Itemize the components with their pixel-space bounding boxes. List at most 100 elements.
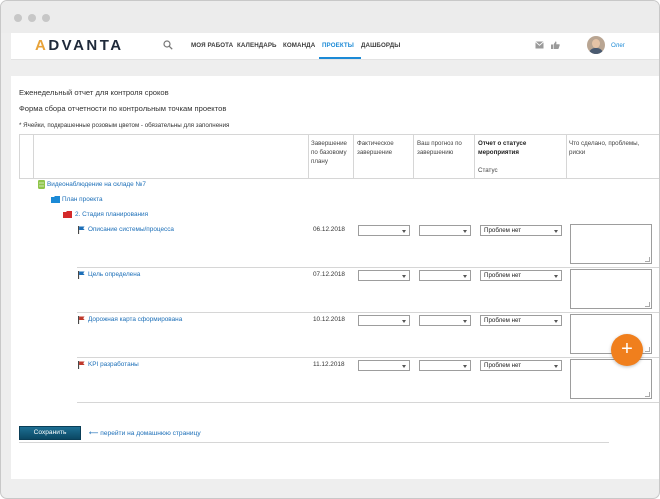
flag-icon — [78, 271, 85, 279]
task-name[interactable]: KPI разработаны — [88, 361, 139, 368]
row-divider — [77, 402, 659, 403]
problems-textarea[interactable] — [570, 224, 652, 264]
footer-divider — [19, 442, 609, 443]
chevron-down-icon — [402, 365, 406, 368]
planned-date: 07.12.2018 — [313, 271, 345, 278]
row-divider — [77, 312, 659, 313]
forecast-select[interactable] — [419, 225, 471, 236]
actual-finish-select[interactable] — [358, 270, 410, 281]
forecast-select[interactable] — [419, 315, 471, 326]
forecast-select[interactable] — [419, 360, 471, 371]
resize-handle-icon[interactable] — [645, 392, 650, 397]
planned-date: 06.12.2018 — [313, 226, 345, 233]
advanta-logo[interactable]: ADVANTA — [35, 37, 124, 54]
window-dot-1 — [14, 14, 22, 22]
nav-calendar[interactable]: КАЛЕНДАРЬ — [237, 42, 277, 49]
problems-textarea[interactable] — [570, 359, 652, 399]
header-status-sub: Статус — [478, 167, 498, 174]
chevron-down-icon — [402, 275, 406, 278]
save-button[interactable]: Сохранить — [19, 426, 81, 440]
table-col-line — [308, 134, 309, 178]
required-note: * Ячейки, подкрашенные розовым цветом - … — [19, 122, 230, 129]
report-content: Еженедельный отчет для контроля сроков Ф… — [11, 76, 659, 479]
header-status-report: Отчет о статусе мероприятия Статус — [478, 139, 564, 175]
table-top-border — [19, 134, 659, 135]
task-name[interactable]: Цель определена — [88, 271, 140, 278]
table-col-line — [566, 134, 567, 178]
window-dot-3 — [42, 14, 50, 22]
mail-icon[interactable] — [535, 41, 544, 49]
top-navbar: ADVANTA МОЯ РАБОТА КАЛЕНДАРЬ КОМАНДА ПРО… — [11, 33, 659, 60]
avatar-face — [592, 39, 600, 48]
row-divider — [77, 357, 659, 358]
table-header-bottom — [19, 178, 659, 179]
header-problems: Что сделано, проблемы, риски — [569, 140, 640, 156]
folder-blue-icon — [51, 196, 60, 203]
chevron-down-icon — [402, 230, 406, 233]
task-name[interactable]: Описание системы/процесса — [88, 226, 174, 233]
chevron-down-icon — [554, 365, 558, 368]
status-select[interactable]: Проблем нет — [480, 315, 562, 326]
header-status-title: Отчет о статусе мероприятия — [478, 140, 527, 156]
chevron-down-icon — [554, 230, 558, 233]
chevron-down-icon — [402, 320, 406, 323]
status-select[interactable]: Проблем нет — [480, 225, 562, 236]
table-col-line — [413, 134, 414, 178]
tree-item-project[interactable]: Видеонаблюдение на складе №7 — [47, 181, 146, 188]
flag-icon — [78, 361, 85, 369]
report-title: Еженедельный отчет для контроля сроков — [19, 88, 169, 97]
resize-handle-icon[interactable] — [645, 347, 650, 352]
chevron-down-icon — [463, 320, 467, 323]
window-dot-2 — [28, 14, 36, 22]
tree-item-plan[interactable]: План проекта — [62, 196, 103, 203]
planned-date: 10.12.2018 — [313, 316, 345, 323]
problems-textarea[interactable] — [570, 269, 652, 309]
project-icon — [38, 180, 45, 189]
status-value: Проблем нет — [484, 362, 522, 369]
chevron-down-icon — [554, 320, 558, 323]
header-forecast: Ваш прогноз по завершению — [417, 140, 462, 156]
forecast-select[interactable] — [419, 270, 471, 281]
home-link[interactable]: ⟵ перейти на домашнюю страницу — [89, 429, 201, 437]
planned-date: 11.12.2018 — [313, 361, 345, 368]
user-name[interactable]: Олег — [611, 42, 625, 49]
resize-handle-icon[interactable] — [645, 257, 650, 262]
back-arrow-icon: ⟵ — [89, 430, 99, 437]
tree-item-stage[interactable]: 2. Стадия планирования — [75, 211, 148, 218]
browser-window: ADVANTA МОЯ РАБОТА КАЛЕНДАРЬ КОМАНДА ПРО… — [0, 0, 660, 499]
thumbs-up-icon[interactable] — [551, 41, 560, 49]
plus-icon: + — [621, 338, 633, 360]
status-select[interactable]: Проблем нет — [480, 270, 562, 281]
table-col-line — [33, 134, 34, 178]
nav-my-work[interactable]: МОЯ РАБОТА — [191, 42, 233, 49]
chevron-down-icon — [554, 275, 558, 278]
avatar[interactable] — [587, 36, 605, 54]
nav-projects[interactable]: ПРОЕКТЫ — [322, 42, 354, 49]
nav-dashboards[interactable]: ДАШБОРДЫ — [361, 42, 400, 49]
header-planned-finish: Завершение по базовому плану — [311, 140, 347, 165]
chevron-down-icon — [463, 365, 467, 368]
home-link-label: перейти на домашнюю страницу — [100, 430, 201, 437]
actual-finish-select[interactable] — [358, 315, 410, 326]
status-value: Проблем нет — [484, 272, 522, 279]
nav-active-indicator — [319, 57, 361, 59]
flag-icon — [78, 316, 85, 324]
table-col-line — [353, 134, 354, 178]
window-chrome — [1, 1, 659, 33]
task-name[interactable]: Дорожная карта сформирована — [88, 316, 182, 323]
table-left-border — [19, 134, 20, 178]
search-icon[interactable] — [163, 40, 173, 50]
nav-team[interactable]: КОМАНДА — [283, 42, 315, 49]
add-fab-button[interactable]: + — [611, 334, 643, 366]
actual-finish-select[interactable] — [358, 225, 410, 236]
form-title: Форма сбора отчетности по контрольным то… — [19, 104, 227, 113]
table-col-line — [474, 134, 475, 178]
status-value: Проблем нет — [484, 317, 522, 324]
header-actual-finish: Фактическое завершение — [357, 140, 394, 156]
status-select[interactable]: Проблем нет — [480, 360, 562, 371]
chevron-down-icon — [463, 275, 467, 278]
status-value: Проблем нет — [484, 227, 522, 234]
resize-handle-icon[interactable] — [645, 302, 650, 307]
avatar-shirt — [589, 48, 603, 54]
actual-finish-select[interactable] — [358, 360, 410, 371]
